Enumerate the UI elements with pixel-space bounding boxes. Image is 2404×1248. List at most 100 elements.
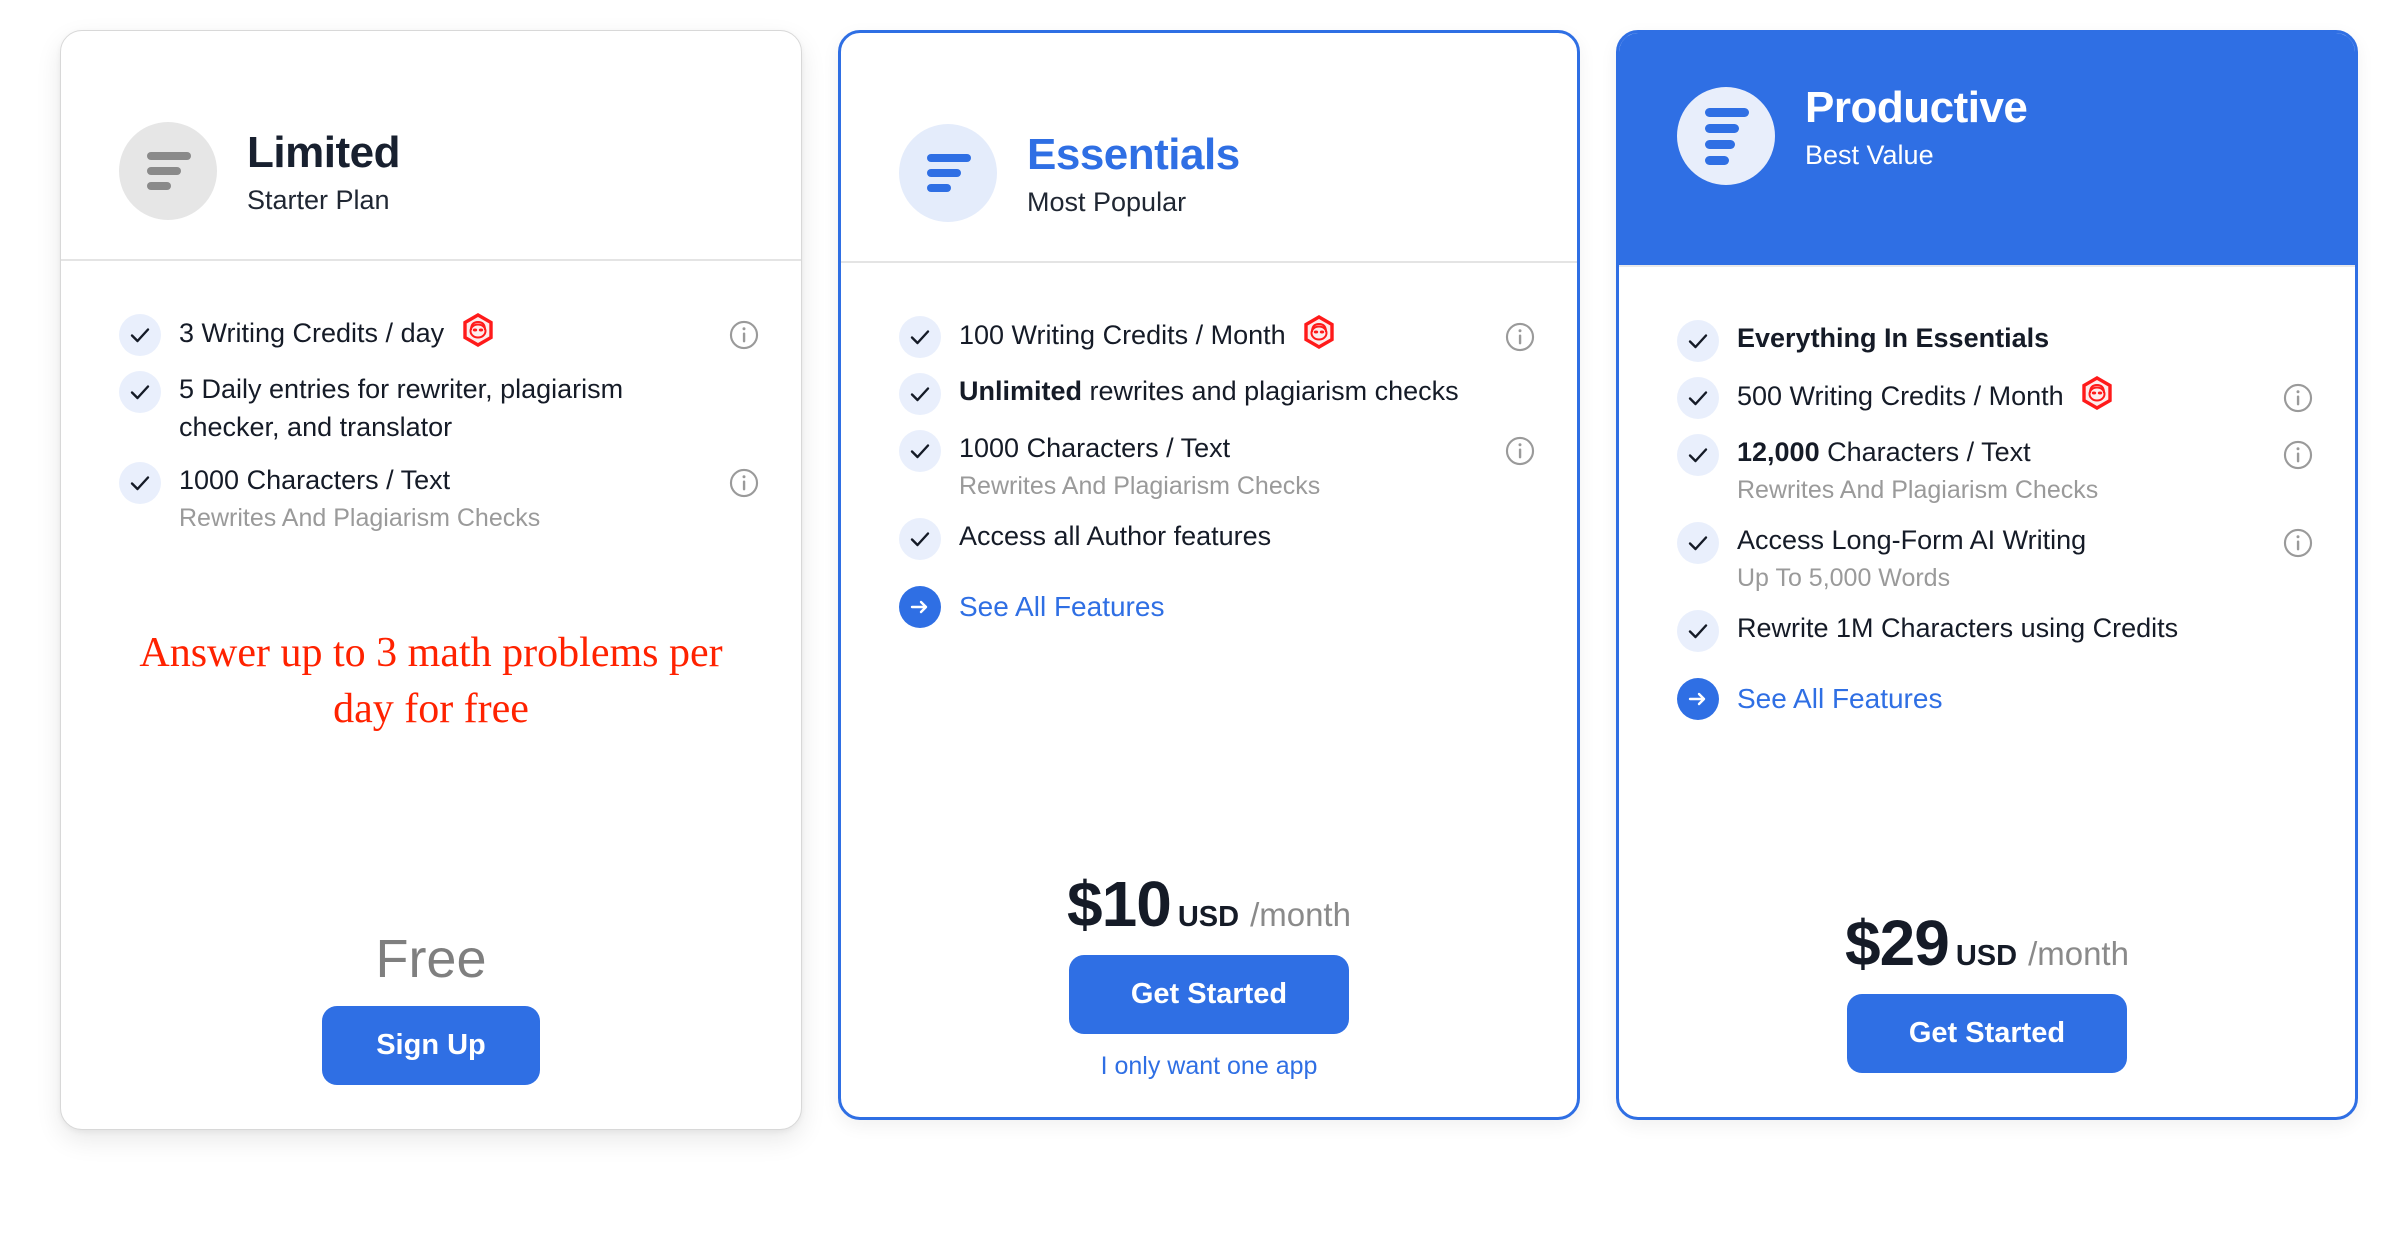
plan-card-limited: Limited Starter Plan 3 Writing Credits /…	[60, 30, 802, 1130]
check-icon	[119, 371, 161, 413]
feature-item: Access Long-Form AI Writing Up To 5,000 …	[1677, 521, 2315, 595]
price-row: $10 USD /month	[841, 867, 1577, 941]
feature-note: Rewrites And Plagiarism Checks	[179, 503, 541, 532]
check-icon	[1677, 434, 1719, 476]
price-free-label: Free	[375, 929, 487, 989]
plan-footer-productive: $29 USD /month Get Started	[1619, 906, 2355, 1117]
feature-body: 12,000 Characters / Text Rewrites And Pl…	[1737, 433, 2275, 507]
feature-item: 500 Writing Credits / Month	[1677, 376, 2315, 419]
feature-item: 1000 Characters / Text Rewrites And Plag…	[119, 461, 761, 535]
check-icon	[899, 517, 941, 560]
feature-text: Access all Author features	[959, 520, 1272, 551]
feature-text-bold: Everything In Essentials	[1737, 323, 2050, 353]
feature-body: 5 Daily entries for rewriter, plagiarism…	[179, 370, 721, 447]
robot-badge-icon	[1302, 315, 1336, 354]
arrow-right-icon	[1677, 677, 1719, 720]
feature-item: 5 Daily entries for rewriter, plagiarism…	[119, 370, 761, 447]
plan-card-productive: Productive Best Value Everything In Esse…	[1616, 30, 2358, 1120]
check-icon	[119, 461, 161, 504]
pricing-page: Limited Starter Plan 3 Writing Credits /…	[0, 0, 2404, 1248]
see-all-label: See All Features	[1737, 682, 1943, 714]
feature-list-essentials: 100 Writing Credits / Month Unlimited re…	[841, 263, 1577, 628]
price-amount: $29	[1845, 907, 1950, 979]
feature-text: 100 Writing Credits / Month	[959, 320, 1286, 350]
plan-footer-essentials: $10 USD /month Get Started I only want o…	[841, 867, 1577, 1117]
feature-text: 5 Daily entries for rewriter, plagiarism…	[179, 374, 624, 443]
plan-name: Limited	[247, 127, 400, 177]
feature-body: 100 Writing Credits / Month	[959, 315, 1497, 354]
feature-text: 3 Writing Credits / day	[179, 318, 445, 348]
plan-titles: Productive Best Value	[1805, 81, 2028, 171]
check-icon	[1677, 377, 1719, 419]
check-icon	[119, 314, 161, 356]
price-amount: $10	[1067, 868, 1172, 940]
feature-item: Unlimited rewrites and plagiarism checks	[899, 372, 1537, 415]
feature-text-bold: 12,000	[1737, 437, 1820, 467]
price-period: /month	[1250, 896, 1351, 933]
plan-subtitle: Best Value	[1805, 140, 1934, 171]
plan-subtitle: Starter Plan	[247, 185, 390, 216]
price-currency: USD	[1955, 940, 2018, 972]
info-icon[interactable]	[1503, 320, 1537, 354]
plan-titles: Essentials Most Popular	[1027, 128, 1240, 218]
check-icon	[1677, 320, 1719, 362]
check-icon	[899, 430, 941, 472]
feature-item: 1000 Characters / Text Rewrites And Plag…	[899, 429, 1537, 503]
sign-up-button[interactable]: Sign Up	[322, 1006, 540, 1085]
info-icon[interactable]	[2281, 381, 2315, 415]
feature-text-bold: Unlimited	[959, 376, 1083, 406]
lines-icon	[119, 122, 217, 220]
info-icon[interactable]	[1503, 434, 1537, 468]
feature-body: Access Long-Form AI Writing Up To 5,000 …	[1737, 521, 2275, 595]
plan-header-limited: Limited Starter Plan	[61, 31, 801, 259]
check-icon	[899, 316, 941, 358]
get-started-button[interactable]: Get Started	[1068, 955, 1350, 1034]
feature-body: Rewrite 1M Characters using Credits	[1737, 609, 2275, 647]
price-row: $29 USD /month	[1619, 906, 2355, 980]
check-icon	[899, 373, 941, 415]
info-icon[interactable]	[727, 318, 761, 352]
feature-text: Access Long-Form AI Writing	[1737, 524, 2087, 555]
feature-text: rewrites and plagiarism checks	[1082, 376, 1459, 406]
check-icon	[1677, 609, 1719, 652]
plan-footer-limited: Free Sign Up	[61, 928, 801, 1129]
feature-list-limited: 3 Writing Credits / day 5 Daily entries …	[61, 261, 801, 548]
info-icon[interactable]	[727, 466, 761, 500]
price-currency: USD	[1177, 901, 1240, 933]
robot-badge-icon	[2080, 376, 2114, 415]
plan-name: Productive	[1805, 83, 2028, 132]
feature-note: Rewrites And Plagiarism Checks	[1737, 476, 2099, 505]
feature-text: 1000 Characters / Text	[179, 464, 451, 495]
get-started-button[interactable]: Get Started	[1846, 994, 2128, 1073]
lines-icon	[899, 124, 997, 222]
feature-item: 3 Writing Credits / day	[119, 313, 761, 356]
lines-icon	[1677, 87, 1775, 185]
plan-titles: Limited Starter Plan	[247, 126, 400, 216]
feature-text: 1000 Characters / Text	[959, 433, 1231, 463]
arrow-right-icon	[899, 585, 941, 628]
plan-card-essentials: Essentials Most Popular 100 Writing Cred…	[838, 30, 1580, 1120]
feature-body: Unlimited rewrites and plagiarism checks	[959, 372, 1497, 410]
feature-item: Everything In Essentials	[1677, 319, 2315, 362]
see-all-features-link[interactable]: See All Features	[1677, 677, 2315, 720]
feature-item: 12,000 Characters / Text Rewrites And Pl…	[1677, 433, 2315, 507]
info-icon[interactable]	[2281, 438, 2315, 472]
feature-body: Access all Author features	[959, 517, 1497, 555]
feature-text: Rewrite 1M Characters using Credits	[1737, 612, 2179, 643]
feature-text: 500 Writing Credits / Month	[1737, 381, 2064, 411]
info-icon[interactable]	[2281, 526, 2315, 560]
feature-body: 1000 Characters / Text Rewrites And Plag…	[179, 461, 721, 535]
plan-name: Essentials	[1027, 129, 1240, 179]
feature-body: 500 Writing Credits / Month	[1737, 376, 2275, 415]
feature-text: Characters / Text	[1819, 437, 2031, 467]
feature-list-productive: Everything In Essentials 500 Writing Cre…	[1619, 267, 2355, 720]
feature-body: Everything In Essentials	[1737, 319, 2275, 357]
feature-item: 100 Writing Credits / Month	[899, 315, 1537, 358]
check-icon	[1677, 521, 1719, 564]
see-all-features-link[interactable]: See All Features	[899, 585, 1537, 628]
see-all-label: See All Features	[959, 590, 1165, 622]
one-app-link[interactable]: I only want one app	[841, 1052, 1577, 1081]
plan-header-productive: Productive Best Value	[1619, 33, 2355, 265]
plan-header-essentials: Essentials Most Popular	[841, 33, 1577, 261]
feature-note: Up To 5,000 Words	[1737, 564, 1951, 593]
